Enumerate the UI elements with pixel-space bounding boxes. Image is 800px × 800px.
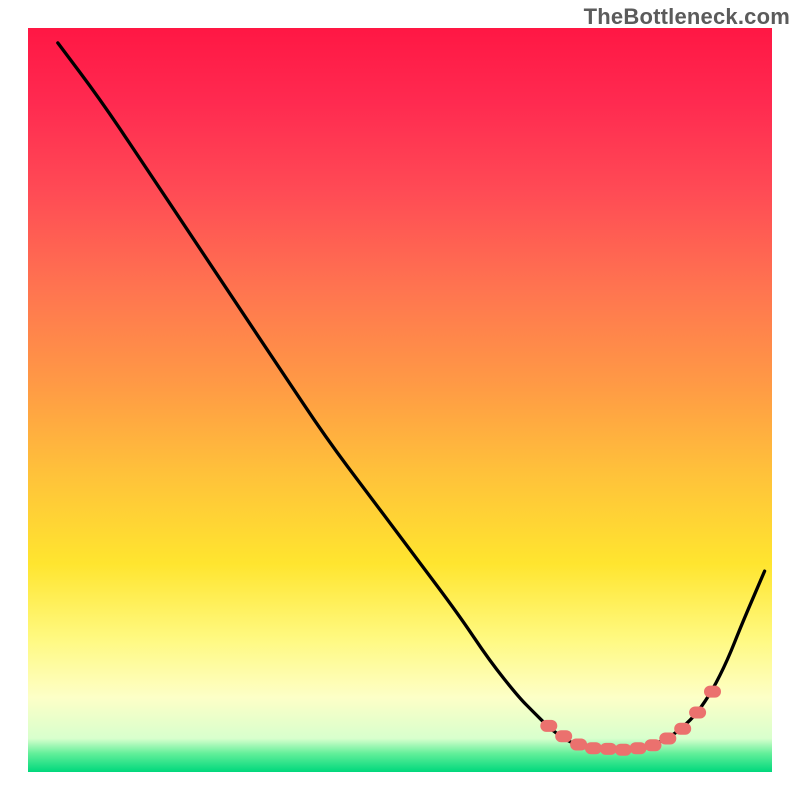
curve-marker [630,743,646,754]
chart-stage: TheBottleneck.com [0,0,800,800]
marker-group [541,686,721,755]
curve-marker [585,743,601,754]
attribution-watermark: TheBottleneck.com [584,4,790,30]
curve-marker [556,731,572,742]
curve-marker [615,744,631,755]
curve-marker [705,686,721,697]
curve-marker [675,723,691,734]
curve-marker [571,739,587,750]
curve-marker [645,740,661,751]
curve-marker [690,707,706,718]
curve-layer [0,0,800,800]
curve-marker [541,720,557,731]
curve-marker [660,733,676,744]
curve-marker [600,743,616,754]
bottleneck-curve-path [58,43,765,750]
